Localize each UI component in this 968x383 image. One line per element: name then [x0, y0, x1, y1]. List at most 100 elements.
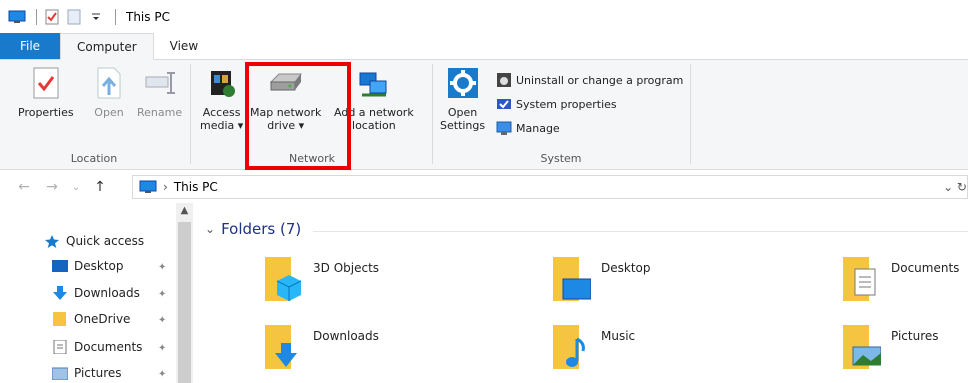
- nav-item-onedrive[interactable]: OneDrive: [52, 309, 130, 329]
- manage-label: Manage: [516, 121, 560, 135]
- uninstall-program-button[interactable]: Uninstall or change a program: [496, 72, 683, 88]
- star-icon: [44, 234, 60, 248]
- location-group: Properties Open Rename Location: [0, 60, 188, 170]
- nav-item-label: Downloads: [74, 286, 140, 300]
- folder-name: Music: [601, 329, 636, 343]
- folder-name: Pictures: [891, 329, 939, 343]
- tab-view[interactable]: View: [154, 33, 214, 59]
- folder-3d-objects[interactable]: 3D Objects: [263, 255, 379, 301]
- system-properties-label: System properties: [516, 97, 617, 111]
- open-settings-line2: Settings: [440, 119, 486, 132]
- documents-folder-icon: [841, 255, 881, 301]
- recent-chevron-icon[interactable]: ⌄: [66, 182, 86, 193]
- folders-section-header[interactable]: ⌄ Folders (7): [205, 220, 301, 238]
- pin-icon[interactable]: ✦: [158, 262, 166, 273]
- nav-item-label: Documents: [74, 340, 143, 354]
- system-properties-button[interactable]: System properties: [496, 96, 617, 112]
- nav-item-label: Desktop: [74, 259, 124, 273]
- open-settings-button[interactable]: Open Settings: [440, 66, 485, 132]
- scroll-up-icon[interactable]: ▲: [176, 205, 193, 219]
- properties-label: Properties: [18, 106, 74, 119]
- rename-button[interactable]: Rename: [137, 66, 182, 119]
- desktop-folder-icon: [551, 255, 592, 301]
- folder-downloads[interactable]: Downloads: [263, 323, 379, 369]
- title-separator: [115, 9, 116, 25]
- download-arrow-icon: [52, 286, 68, 300]
- address-bar[interactable]: › This PC ⌄ ↻: [132, 175, 968, 199]
- tab-computer[interactable]: Computer: [60, 33, 154, 60]
- 3d-objects-folder-icon: [263, 255, 303, 301]
- open-label: Open: [94, 106, 124, 119]
- nav-item-documents[interactable]: Documents: [52, 337, 142, 357]
- system-group: Open Settings Uninstall or change a prog…: [434, 60, 714, 170]
- pin-icon[interactable]: ✦: [158, 343, 166, 354]
- open-settings-line1: Open: [447, 106, 478, 119]
- new-folder-qat-icon[interactable]: [65, 9, 83, 25]
- title-bar: This PC: [0, 0, 968, 34]
- pin-icon[interactable]: ✦: [158, 315, 166, 326]
- navigation-bar: ← → ⌄ ↑ › This PC ⌄ ↻: [0, 171, 968, 203]
- pictures-icon: [52, 366, 68, 380]
- open-button[interactable]: Open: [92, 66, 126, 119]
- ribbon-tabs: File Computer View: [0, 33, 968, 60]
- manage-icon: [496, 120, 512, 136]
- system-properties-icon: [496, 96, 512, 112]
- uninstall-icon: [496, 72, 512, 88]
- manage-button[interactable]: Manage: [496, 120, 560, 136]
- folder-name: Desktop: [601, 261, 651, 275]
- folder-name: 3D Objects: [313, 261, 380, 275]
- scroll-thumb[interactable]: [178, 222, 191, 383]
- nav-item-downloads[interactable]: Downloads: [52, 283, 140, 303]
- tab-file[interactable]: File: [0, 33, 60, 59]
- properties-icon: [29, 66, 63, 100]
- documents-icon: [52, 340, 68, 354]
- open-icon: [92, 66, 126, 100]
- rename-icon: [143, 66, 177, 100]
- back-arrow-icon[interactable]: ←: [14, 179, 34, 195]
- pictures-folder-icon: [841, 323, 882, 369]
- system-group-label: System: [540, 152, 582, 165]
- window-title: This PC: [126, 10, 170, 24]
- folder-icon: [52, 312, 68, 326]
- folders-section-title: Folders (7): [221, 220, 302, 238]
- add-location-line2: location: [352, 119, 396, 132]
- access-media-button[interactable]: Access media ▾: [200, 66, 243, 132]
- nav-item-pictures[interactable]: Pictures: [52, 363, 122, 383]
- access-media-line2: media ▾: [200, 119, 244, 132]
- uninstall-label: Uninstall or change a program: [516, 73, 684, 87]
- folder-name: Documents: [891, 261, 960, 275]
- network-location-icon: [357, 66, 391, 100]
- folder-name: Downloads: [313, 329, 379, 343]
- properties-qat-icon[interactable]: [43, 9, 61, 25]
- group-separator: [432, 64, 433, 164]
- section-divider: [313, 231, 968, 232]
- pin-icon[interactable]: ✦: [158, 289, 166, 300]
- ribbon: Properties Open Rename Location Access m…: [0, 60, 968, 170]
- location-group-label: Location: [70, 152, 118, 165]
- nav-item-desktop[interactable]: Desktop: [52, 256, 124, 276]
- group-separator: [690, 64, 691, 164]
- pin-icon[interactable]: ✦: [158, 369, 166, 380]
- folder-desktop[interactable]: Desktop: [551, 255, 651, 301]
- rename-label: Rename: [137, 106, 183, 119]
- folder-music[interactable]: Music: [551, 323, 635, 369]
- up-arrow-icon[interactable]: ↑: [90, 179, 110, 195]
- qat-separator: [36, 9, 37, 25]
- this-pc-icon: [8, 9, 26, 25]
- folder-pictures[interactable]: Pictures: [841, 323, 939, 369]
- chevron-down-icon[interactable]: ⌄: [205, 222, 215, 236]
- access-media-icon: [205, 66, 239, 100]
- address-path[interactable]: This PC: [174, 180, 218, 194]
- quick-access-item[interactable]: Quick access: [44, 231, 144, 251]
- gear-icon: [446, 66, 480, 100]
- forward-arrow-icon[interactable]: →: [42, 179, 62, 195]
- qat-dropdown-icon[interactable]: [87, 9, 105, 25]
- refresh-icon[interactable]: ⌄ ↻: [937, 180, 967, 194]
- navigation-pane: Quick access Desktop Downloads OneDrive …: [0, 203, 195, 383]
- downloads-folder-icon: [263, 323, 303, 369]
- access-media-line1: Access: [202, 106, 241, 119]
- folder-documents[interactable]: Documents: [841, 255, 959, 301]
- breadcrumb-chevron-icon[interactable]: ›: [163, 180, 168, 194]
- desktop-icon: [52, 259, 68, 273]
- properties-button[interactable]: Properties: [18, 66, 74, 119]
